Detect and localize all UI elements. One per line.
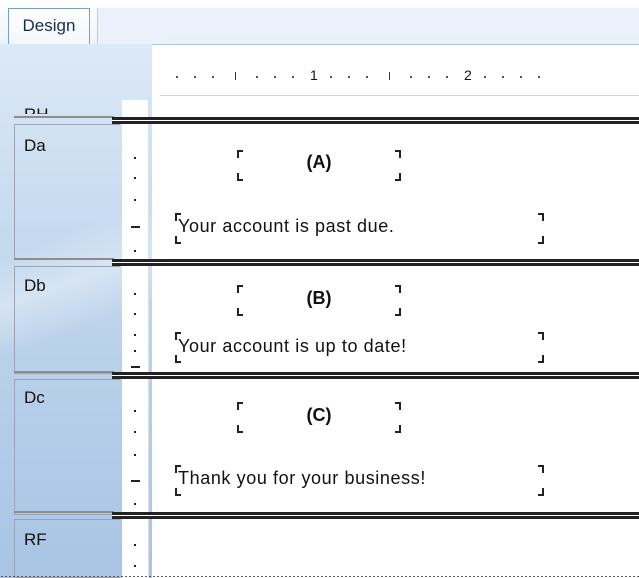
ruler-tick <box>520 76 522 78</box>
ruler-tick <box>502 76 504 78</box>
ruler-dot <box>134 410 136 412</box>
handle-corner <box>538 465 544 473</box>
ruler-dash <box>131 480 140 482</box>
ruler-dot <box>134 157 136 159</box>
band-separator-dc[interactable] <box>112 512 639 519</box>
ruler-dot <box>134 177 136 179</box>
ruler-dot <box>134 431 136 433</box>
ruler-tick <box>348 76 350 78</box>
ruler-tick <box>484 76 486 78</box>
ruler-dot <box>134 199 136 201</box>
ruler-dash <box>131 366 140 368</box>
band-label-da: Da <box>24 136 46 155</box>
message-text-da: Your account is past due. <box>178 216 395 236</box>
ruler-dot <box>134 454 136 456</box>
handle-corner <box>237 173 243 181</box>
title-label-a: (A) <box>306 152 332 172</box>
message-text-dc: Thank you for your business! <box>178 468 426 488</box>
handle-corner <box>395 425 401 433</box>
ruler-tick <box>410 76 412 78</box>
handle-corner <box>538 236 544 244</box>
ruler-dot <box>134 544 136 546</box>
ruler-tick <box>538 76 540 78</box>
handle-corner <box>538 332 544 340</box>
handle-corner <box>237 425 243 433</box>
handle-corner <box>175 488 181 496</box>
tab-strip-background <box>97 8 639 44</box>
band-divider-left <box>14 371 114 373</box>
horizontal-ruler: 1 2 <box>160 57 639 96</box>
ruler-tick <box>389 72 390 80</box>
handle-corner <box>395 173 401 181</box>
tab-design[interactable]: Design <box>8 8 90 44</box>
title-label-c: (C) <box>306 405 332 425</box>
handle-corner <box>237 308 243 316</box>
ruler-tick <box>235 72 236 80</box>
band-label-dc: Dc <box>24 388 45 407</box>
band-label-rh: RH <box>24 100 49 114</box>
band-separator-db[interactable] <box>112 372 639 379</box>
ruler-dot <box>134 250 136 252</box>
ruler-tick <box>176 76 178 78</box>
ruler-dot <box>134 313 136 315</box>
band-divider-left <box>14 258 114 260</box>
message-text-db: Your account is up to date! <box>178 336 407 356</box>
ruler-dot <box>134 334 136 336</box>
band-separator-rh[interactable] <box>112 117 639 124</box>
ruler-dot <box>134 503 136 505</box>
band-label-db: Db <box>24 276 46 295</box>
ruler-dot <box>134 350 136 352</box>
ruler-dash <box>131 226 140 228</box>
report-designer-window: Design 1 2 RH Da <box>0 0 639 578</box>
ruler-tick <box>366 76 368 78</box>
handle-corner <box>538 355 544 363</box>
ruler-mark-1: 1 <box>310 67 318 83</box>
ruler-tick <box>292 76 294 78</box>
ruler-dot <box>134 293 136 295</box>
vertical-ruler <box>122 100 149 578</box>
ruler-tick <box>428 76 430 78</box>
ruler-tick <box>212 76 214 78</box>
title-label-b: (B) <box>306 288 332 308</box>
band-label-rf: RF <box>24 530 47 549</box>
ruler-tick <box>446 76 448 78</box>
handle-corner <box>175 236 181 244</box>
ruler-tick <box>274 76 276 78</box>
ruler-mark-2: 2 <box>464 67 472 83</box>
band-separator-da[interactable] <box>112 259 639 266</box>
band-divider-left <box>14 116 114 118</box>
ruler-dot <box>134 565 136 567</box>
ruler-tick <box>330 76 332 78</box>
handle-corner <box>538 213 544 221</box>
handle-corner <box>538 488 544 496</box>
ruler-tick <box>256 76 258 78</box>
handle-corner <box>395 308 401 316</box>
ruler-tick <box>194 76 196 78</box>
band-divider-left <box>14 511 114 513</box>
